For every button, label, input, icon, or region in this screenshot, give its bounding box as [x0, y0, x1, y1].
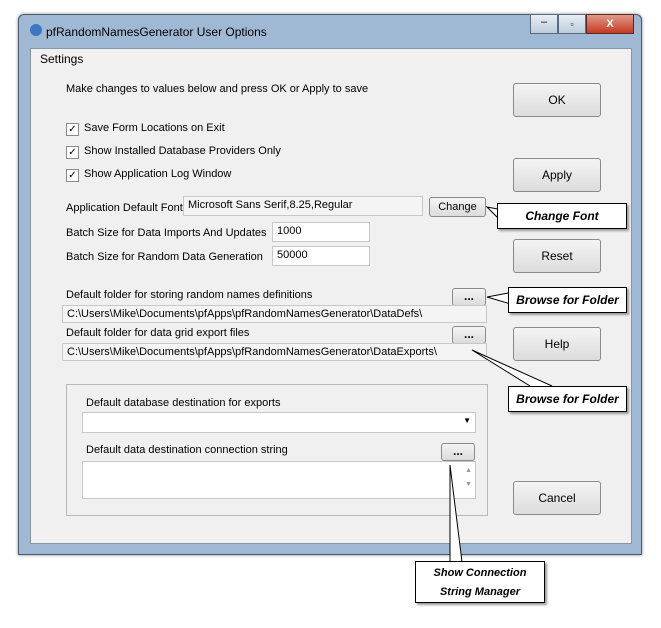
callout-pointers [449, 206, 553, 563]
callout-connection-manager: Show Connection String Manager [415, 561, 545, 603]
callout-change-font: Change Font [497, 203, 627, 229]
callout-browse-folder: Browse for Folder [508, 287, 627, 313]
callout-browse-folder: Browse for Folder [508, 386, 627, 412]
